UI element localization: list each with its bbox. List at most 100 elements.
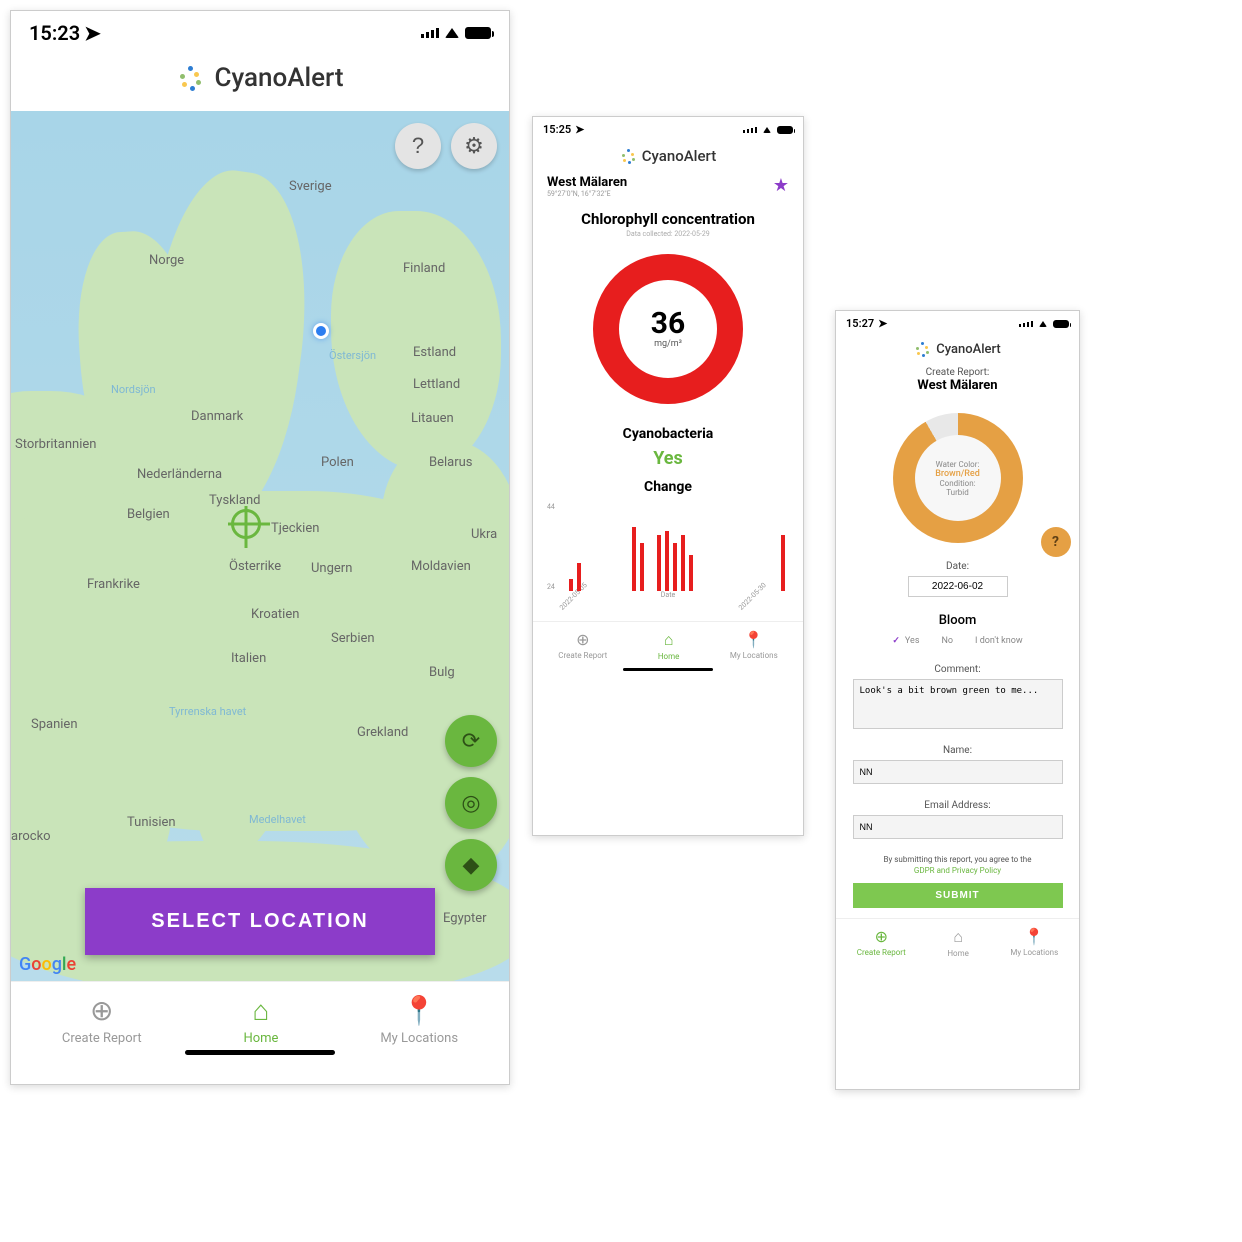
plus-circle-icon: ⊕ xyxy=(875,927,888,946)
home-indicator[interactable] xyxy=(185,1050,335,1055)
location-arrow-icon: ➤ xyxy=(84,21,101,45)
target-icon[interactable] xyxy=(231,509,261,539)
bloom-option-no[interactable]: No xyxy=(941,636,953,646)
condition-value: Turbid xyxy=(946,488,968,497)
app-logo-icon xyxy=(176,64,204,92)
pin-icon: 📍 xyxy=(744,630,764,649)
status-icons xyxy=(421,27,491,39)
chart-x-label: Date xyxy=(661,591,675,599)
location-arrow-icon: ➤ xyxy=(575,123,584,136)
gdpr-text: By submitting this report, you agree to … xyxy=(836,851,1079,866)
app-header: CyanoAlert xyxy=(533,139,803,175)
email-label: Email Address: xyxy=(836,796,1079,815)
google-attribution: Google xyxy=(19,954,76,975)
map-fab-stack: ⟳ ◎ ◆ xyxy=(445,715,497,891)
status-time: 15:27➤ xyxy=(846,317,887,330)
comment-input[interactable] xyxy=(853,679,1063,729)
map-area[interactable]: Sverige Norge Finland Estland Lettland L… xyxy=(11,111,509,981)
change-title: Change xyxy=(533,479,803,503)
status-time: 15:25➤ xyxy=(543,123,584,136)
help-icon: ? xyxy=(412,133,424,159)
email-input[interactable] xyxy=(853,815,1063,839)
app-name: CyanoAlert xyxy=(936,342,1001,357)
bloom-options: ✓Yes No I don't know xyxy=(836,636,1079,660)
nav-create-report[interactable]: ⊕Create Report xyxy=(857,927,906,972)
water-color-ring-wrap: Water Color: Brown/Red Condition: Turbid… xyxy=(893,413,1023,543)
bloom-option-idk[interactable]: I don't know xyxy=(975,636,1023,646)
help-button[interactable]: ? xyxy=(395,123,441,169)
location-name: West Mälaren xyxy=(547,175,627,190)
location-coords: 59°27'0"N, 16°7'32"E xyxy=(547,190,627,198)
chart-y-max: 44 xyxy=(547,503,555,511)
date-label: Date: xyxy=(836,557,1079,576)
nav-create-report[interactable]: ⊕Create Report xyxy=(62,994,142,1061)
battery-icon xyxy=(465,27,491,39)
cyanobacteria-value: Yes xyxy=(533,442,803,479)
refresh-icon: ⟳ xyxy=(462,728,480,754)
layers-button[interactable]: ◆ xyxy=(445,839,497,891)
layers-icon: ◆ xyxy=(463,852,480,878)
map-corner-buttons: ? ⚙ xyxy=(395,123,497,169)
help-icon: ? xyxy=(1052,534,1059,550)
app-header: CyanoAlert xyxy=(11,49,509,111)
gauge-value: 36 xyxy=(651,309,685,339)
status-icons xyxy=(1019,320,1069,328)
nav-create-report[interactable]: ⊕Create Report xyxy=(558,630,607,675)
app-header: CyanoAlert xyxy=(836,333,1079,367)
nav-my-locations[interactable]: 📍My Locations xyxy=(380,994,458,1061)
nav-home[interactable]: ⌂Home xyxy=(947,927,969,972)
submit-button[interactable]: SUBMIT xyxy=(853,883,1063,908)
gdpr-link[interactable]: GDPR and Privacy Policy xyxy=(836,866,1079,883)
status-icons xyxy=(743,126,793,134)
home-indicator[interactable] xyxy=(623,668,713,671)
refresh-button[interactable]: ⟳ xyxy=(445,715,497,767)
bloom-option-yes[interactable]: ✓Yes xyxy=(892,636,919,646)
home-icon: ⌂ xyxy=(664,630,674,650)
signal-icon xyxy=(743,127,757,133)
change-chart: 44 24 2022-05-05 Date 2022-05-30 xyxy=(547,503,789,613)
map-background xyxy=(11,111,509,981)
help-button[interactable]: ? xyxy=(1041,527,1071,557)
detail-screen: 15:25➤ CyanoAlert West Mälaren 59°27'0"N… xyxy=(532,116,804,836)
battery-icon xyxy=(1053,320,1069,328)
date-input[interactable] xyxy=(908,576,1008,597)
report-header: Create Report: West Mälaren xyxy=(836,367,1079,403)
report-header-label: Create Report: xyxy=(850,367,1065,378)
status-bar: 15:23➤ xyxy=(11,11,509,49)
condition-label: Condition: xyxy=(939,479,975,488)
app-name: CyanoAlert xyxy=(642,147,716,165)
pin-icon: 📍 xyxy=(1024,927,1044,946)
water-color-ring[interactable]: Water Color: Brown/Red Condition: Turbid xyxy=(893,413,1023,543)
nav-my-locations[interactable]: 📍My Locations xyxy=(730,630,778,675)
gear-icon: ⚙ xyxy=(464,133,484,159)
status-bar: 15:25➤ xyxy=(533,117,803,139)
user-location-dot xyxy=(313,323,329,339)
name-input[interactable] xyxy=(853,760,1063,784)
bottom-nav: ⊕Create Report ⌂Home 📍My Locations xyxy=(11,981,509,1061)
battery-icon xyxy=(777,126,793,134)
signal-icon xyxy=(421,28,439,38)
chlorophyll-title: Chlorophyll concentration xyxy=(533,206,803,230)
wifi-icon xyxy=(1039,321,1047,327)
location-arrow-icon: ➤ xyxy=(878,317,887,330)
app-name: CyanoAlert xyxy=(214,63,343,93)
chlorophyll-gauge: 36 mg/m³ xyxy=(593,254,743,404)
report-header-location: West Mälaren xyxy=(850,378,1065,393)
chart-bars xyxy=(569,511,785,591)
wifi-icon xyxy=(763,127,771,133)
nav-my-locations[interactable]: 📍My Locations xyxy=(1010,927,1058,972)
settings-button[interactable]: ⚙ xyxy=(451,123,497,169)
location-header: West Mälaren 59°27'0"N, 16°7'32"E ★ xyxy=(533,175,803,206)
water-color-value: Brown/Red xyxy=(935,469,980,479)
status-time: 15:23➤ xyxy=(29,21,101,45)
star-icon[interactable]: ★ xyxy=(773,175,789,196)
bottom-nav: ⊕Create Report ⌂Home 📍My Locations xyxy=(533,621,803,675)
select-location-button[interactable]: SELECT LOCATION xyxy=(85,888,435,955)
gauge-unit: mg/m³ xyxy=(654,339,682,349)
app-logo-icon xyxy=(620,148,636,164)
locate-button[interactable]: ◎ xyxy=(445,777,497,829)
chart-y-min: 24 xyxy=(547,583,555,591)
home-icon: ⌂ xyxy=(953,927,963,947)
data-collected: Data collected: 2022-05-29 xyxy=(533,230,803,246)
water-color-label: Water Color: xyxy=(936,460,980,469)
